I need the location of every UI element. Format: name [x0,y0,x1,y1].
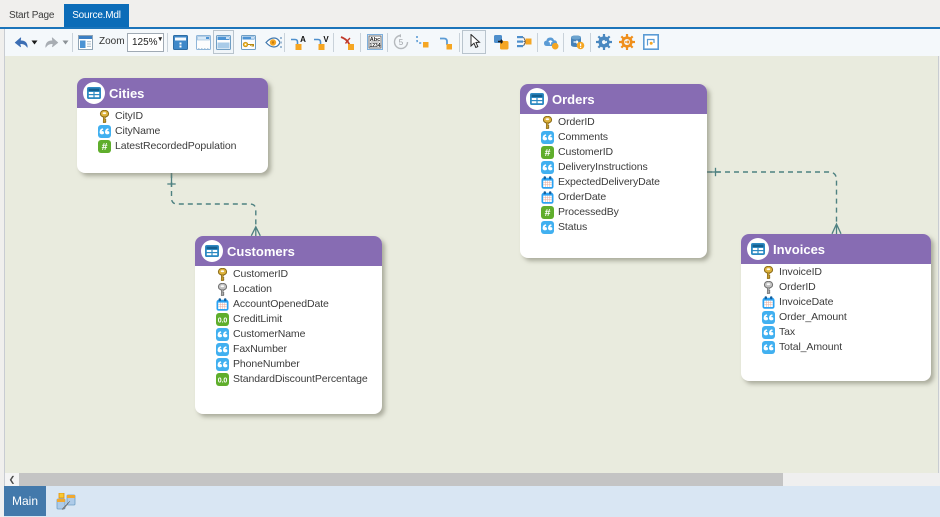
svg-text:A: A [300,35,306,44]
svg-text:1234: 1234 [369,43,380,49]
svg-text:0.0: 0.0 [218,317,228,324]
svg-text:#: # [545,147,551,159]
svg-text:5: 5 [399,38,404,47]
svg-text:#: # [102,141,108,153]
svg-text:#: # [545,207,551,219]
svg-text:0.0: 0.0 [218,377,228,384]
svg-text:V: V [323,35,329,44]
